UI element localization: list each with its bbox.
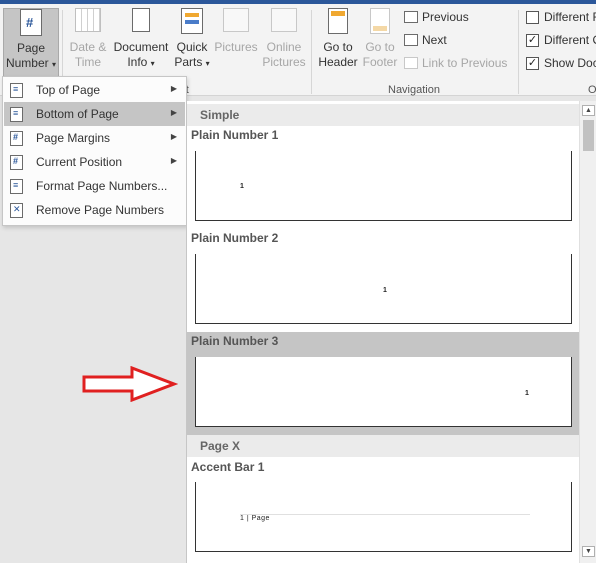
page-number-preview: 1 | Page [240, 515, 270, 522]
page-top-icon: ≡ [10, 82, 23, 98]
page-number-label-1: Page [16, 41, 46, 55]
page-bottom-icon: ≡ [10, 106, 23, 122]
different-first-page-label: Different F [544, 10, 596, 24]
quick-parts-icon [179, 8, 205, 36]
go-to-footer-label-2: Footer [362, 55, 398, 69]
gallery-scrollbar[interactable]: ▲ ▼ [579, 101, 596, 563]
menu-item-label: Remove Page Numbers [36, 203, 165, 217]
scroll-up-icon[interactable]: ▲ [582, 105, 595, 116]
document-info-label-1: Document [113, 40, 169, 54]
menu-item-label: Top of Page [36, 83, 101, 97]
gallery-item-title: Plain Number 3 [191, 334, 279, 348]
gallery-item-plain-number-2[interactable]: 1 [195, 254, 572, 324]
menu-item-label: Current Position [36, 155, 123, 169]
date-time-button[interactable]: Date & Time [66, 8, 110, 70]
go-to-header-label-2: Header [318, 55, 358, 69]
bottom-of-page-gallery: Simple Plain Number 1 1 Plain Number 2 1… [186, 101, 596, 563]
page-number-preview: 1 [525, 390, 529, 397]
ribbon-separator [311, 10, 312, 94]
menu-item-label: Bottom of Page [36, 107, 119, 121]
go-to-footer-icon [367, 8, 393, 36]
quick-parts-label-1: Quick [176, 40, 208, 54]
scroll-down-icon[interactable]: ▼ [582, 546, 595, 557]
gallery-section-header: Simple [187, 104, 579, 126]
online-pictures-label-2: Pictures [262, 55, 306, 69]
different-first-page-checkbox[interactable]: Different F [526, 10, 596, 24]
gallery-item-plain-number-1[interactable]: 1 [195, 151, 572, 221]
remove-page-numbers-icon: ✕ [10, 202, 23, 218]
page-number-menu: ≡ Top of Page ▶ ≡ Bottom of Page ▶ # Pag… [2, 76, 187, 226]
pictures-button[interactable]: Pictures [214, 8, 258, 55]
quick-parts-label-2: Parts [174, 55, 203, 69]
pictures-icon [223, 8, 249, 36]
show-document-text-checkbox[interactable]: ✓ Show Doc [526, 56, 596, 70]
different-odd-even-label: Different O [544, 33, 596, 47]
gallery-item-title: Accent Bar 1 [191, 460, 265, 474]
menu-item-format-page-numbers[interactable]: ≡ Format Page Numbers... [4, 174, 185, 198]
go-to-header-label-1: Go to [323, 40, 353, 54]
ribbon-separator [518, 10, 519, 94]
next-label: Next [422, 33, 447, 47]
date-time-label-2: Time [74, 55, 102, 69]
go-to-header-icon [325, 8, 351, 36]
previous-label: Previous [422, 10, 469, 24]
previous-button[interactable]: Previous [404, 10, 469, 24]
navigation-group-label: Navigation [388, 84, 440, 96]
page-number-label-2: Number [5, 56, 49, 70]
submenu-arrow-icon: ▶ [170, 156, 177, 165]
document-info-button[interactable]: Document Info ▾ [112, 8, 170, 71]
online-pictures-icon [271, 8, 297, 36]
date-time-label-1: Date & [69, 40, 107, 54]
link-to-previous-button[interactable]: Link to Previous [404, 56, 507, 70]
gallery-item-accent-bar-1[interactable]: 1 | Page [195, 482, 572, 552]
page-number-icon: # [18, 9, 44, 37]
accent-bar-line [240, 514, 530, 515]
menu-item-remove-page-numbers[interactable]: ✕ Remove Page Numbers [4, 198, 185, 222]
different-odd-even-checkbox[interactable]: ✓ Different O [526, 33, 596, 47]
calendar-icon [75, 8, 101, 36]
menu-item-label: Format Page Numbers... [36, 179, 168, 193]
gallery-item-title: Plain Number 1 [191, 128, 279, 142]
quick-parts-button[interactable]: Quick Parts ▾ [172, 8, 212, 71]
options-group-label: O [588, 84, 596, 96]
link-to-previous-label: Link to Previous [422, 56, 508, 70]
page-number-preview: 1 [240, 183, 244, 190]
next-button[interactable]: Next [404, 33, 447, 47]
go-to-footer-label-1: Go to [365, 40, 395, 54]
menu-item-bottom-of-page[interactable]: ≡ Bottom of Page ▶ [4, 102, 185, 126]
menu-item-current-position[interactable]: # Current Position ▶ [4, 150, 185, 174]
scrollbar-thumb[interactable] [583, 120, 594, 151]
menu-item-label: Page Margins [36, 131, 111, 145]
show-document-text-label: Show Doc [544, 56, 596, 70]
menu-item-top-of-page[interactable]: ≡ Top of Page ▶ [4, 78, 185, 102]
page-number-button[interactable]: # Page Number ▾ [3, 8, 59, 82]
submenu-arrow-icon: ▶ [170, 108, 177, 117]
next-icon [404, 34, 418, 46]
online-pictures-button[interactable]: Online Pictures [260, 8, 308, 70]
link-icon [404, 57, 418, 69]
gallery-item-title: Plain Number 2 [191, 231, 279, 245]
menu-item-page-margins[interactable]: # Page Margins ▶ [4, 126, 185, 150]
gallery-section-header: Page X [187, 435, 579, 457]
previous-icon [404, 11, 418, 23]
checkbox-checked-icon: ✓ [526, 33, 539, 47]
checkbox-unchecked-icon [526, 10, 539, 24]
current-position-icon: # [10, 154, 23, 170]
document-info-label-2: Info [127, 55, 148, 69]
online-pictures-label-1: Online [266, 40, 302, 54]
format-page-numbers-icon: ≡ [10, 178, 23, 194]
checkbox-checked-icon: ✓ [526, 56, 539, 70]
page-margins-icon: # [10, 130, 23, 146]
submenu-arrow-icon: ▶ [170, 132, 177, 141]
gallery-item-plain-number-3[interactable]: 1 [195, 357, 572, 427]
document-info-icon [128, 8, 154, 36]
go-to-footer-button[interactable]: Go to Footer [360, 8, 400, 70]
submenu-arrow-icon: ▶ [170, 84, 177, 93]
pictures-label: Pictures [214, 40, 258, 54]
annotation-arrow-icon [82, 366, 178, 402]
go-to-header-button[interactable]: Go to Header [316, 8, 360, 70]
page-number-preview: 1 [383, 287, 387, 294]
